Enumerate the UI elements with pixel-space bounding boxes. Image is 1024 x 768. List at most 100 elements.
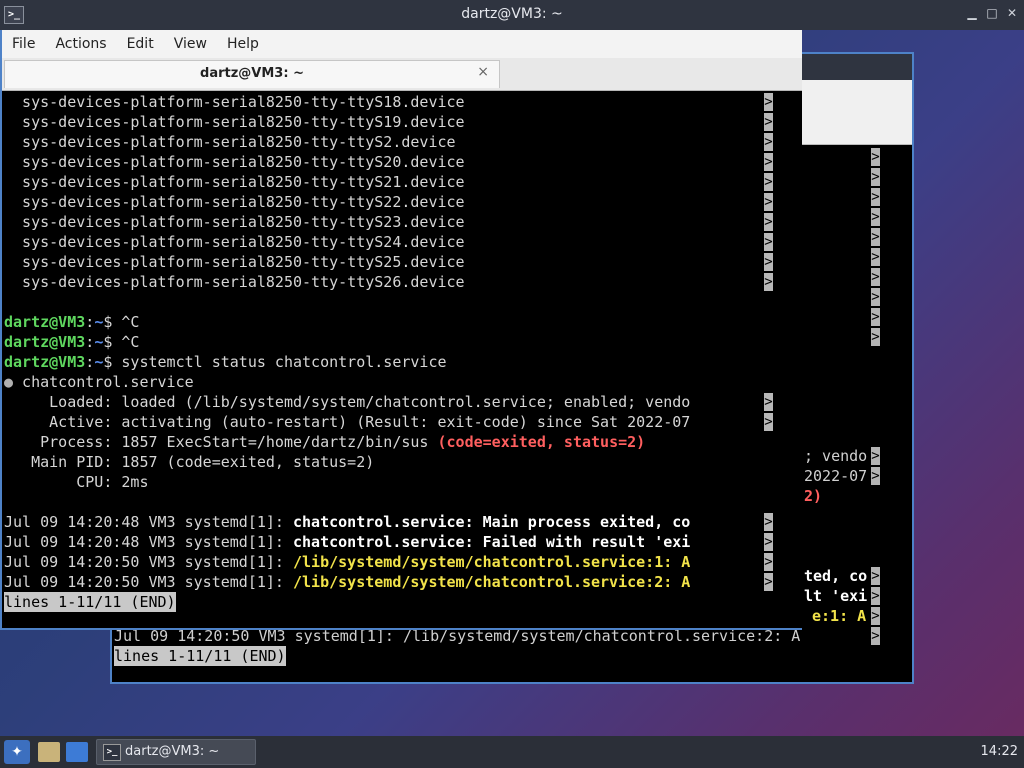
log-prefix: Jul 09 14:20:50 VM3 systemd[1]: bbox=[4, 553, 293, 571]
taskbar: ✦ >_ dartz@VM3: ~ 14:22 bbox=[0, 736, 1024, 768]
truncation-mark: > bbox=[764, 253, 773, 271]
terminal-line: sys-devices-platform-serial8250-tty-ttyS… bbox=[4, 133, 456, 151]
truncation-mark: > bbox=[871, 148, 880, 166]
prompt-dollar: $ bbox=[103, 353, 122, 371]
terminal-line: sys-devices-platform-serial8250-tty-ttyS… bbox=[4, 193, 465, 211]
truncation-mark: > bbox=[871, 447, 880, 465]
show-desktop-icon[interactable] bbox=[66, 742, 88, 762]
log-message: /lib/systemd/system/chatcontrol.service:… bbox=[292, 573, 691, 591]
pager-status: lines 1-11/11 (END) bbox=[4, 592, 176, 612]
truncation-mark: > bbox=[764, 573, 773, 591]
log-prefix: Jul 09 14:20:48 VM3 systemd[1]: bbox=[4, 513, 293, 531]
file-manager-icon[interactable] bbox=[38, 742, 60, 762]
cpu-line: CPU: 2ms bbox=[4, 473, 149, 491]
taskbar-terminal-button[interactable]: >_ dartz@VM3: ~ bbox=[96, 739, 256, 765]
truncation-mark: > bbox=[871, 328, 880, 346]
prompt-user: dartz@VM3 bbox=[4, 353, 86, 371]
taskbar-task-label: dartz@VM3: ~ bbox=[125, 744, 220, 759]
truncation-mark: > bbox=[764, 533, 773, 551]
menu-view[interactable]: View bbox=[164, 36, 217, 52]
truncation-mark: > bbox=[871, 627, 880, 645]
log-line: Jul 09 14:20:50 VM3 systemd[1]: /lib/sys… bbox=[4, 572, 690, 592]
command-text: ^C bbox=[121, 313, 140, 331]
process-exit-status: (code=exited, status=2) bbox=[437, 433, 646, 451]
truncation-mark: > bbox=[871, 587, 880, 605]
truncation-mark: > bbox=[871, 228, 880, 246]
bg-log-fragment: e:1: A bbox=[812, 607, 867, 625]
process-text: Process: 1857 ExecStart=/home/dartz/bin/… bbox=[4, 433, 438, 451]
truncation-mark: > bbox=[764, 153, 773, 171]
prompt-path: ~ bbox=[94, 313, 104, 331]
window-titlebar[interactable]: >_ dartz@VM3: ~ ▁ □ ✕ bbox=[0, 0, 1024, 30]
command-text: ^C bbox=[121, 333, 140, 351]
service-header-line: ● chatcontrol.service bbox=[4, 372, 194, 392]
terminal-icon: >_ bbox=[103, 744, 121, 761]
log-message: /lib/systemd/system/chatcontrol.service:… bbox=[292, 553, 691, 571]
bg-status-fragment: 2) bbox=[804, 487, 823, 505]
truncation-mark: > bbox=[764, 513, 773, 531]
terminal-line: sys-devices-platform-serial8250-tty-ttyS… bbox=[4, 113, 465, 131]
close-icon[interactable]: ✕ bbox=[1006, 7, 1018, 19]
service-name: chatcontrol.service bbox=[13, 373, 194, 391]
truncation-mark: > bbox=[764, 193, 773, 211]
log-prefix: Jul 09 14:20:50 VM3 systemd[1]: bbox=[4, 573, 293, 591]
terminal-window[interactable]: File Actions Edit View Help dartz@VM3: ~… bbox=[0, 30, 802, 630]
truncation-mark: > bbox=[871, 567, 880, 585]
truncation-mark: > bbox=[871, 248, 880, 266]
terminal-line: sys-devices-platform-serial8250-tty-ttyS… bbox=[4, 173, 465, 191]
truncation-mark: > bbox=[764, 273, 773, 291]
truncation-mark: > bbox=[764, 413, 773, 431]
status-dot-icon: ● bbox=[4, 373, 14, 391]
prompt-line: dartz@VM3:~$ systemctl status chatcontro… bbox=[4, 352, 447, 372]
bg-active-fragment: 2022-07 bbox=[804, 467, 868, 485]
maximize-icon[interactable]: □ bbox=[986, 7, 998, 19]
tab-label: dartz@VM3: ~ bbox=[200, 66, 304, 81]
window-title: dartz@VM3: ~ bbox=[461, 6, 563, 22]
tab-close-icon[interactable]: × bbox=[477, 64, 489, 80]
prompt-dollar: $ bbox=[103, 313, 122, 331]
terminal-line: sys-devices-platform-serial8250-tty-ttyS… bbox=[4, 213, 465, 231]
process-line: Process: 1857 ExecStart=/home/dartz/bin/… bbox=[4, 432, 645, 452]
terminal-line: sys-devices-platform-serial8250-tty-ttyS… bbox=[4, 253, 465, 271]
terminal-line: sys-devices-platform-serial8250-tty-ttyS… bbox=[4, 93, 465, 111]
minimize-icon[interactable]: ▁ bbox=[966, 7, 978, 19]
prompt-line: dartz@VM3:~$ ^C bbox=[4, 312, 139, 332]
truncation-mark: > bbox=[764, 213, 773, 231]
log-line: Jul 09 14:20:48 VM3 systemd[1]: chatcont… bbox=[4, 512, 690, 532]
tab-bar: dartz@VM3: ~ × bbox=[2, 58, 802, 91]
truncation-mark: > bbox=[871, 168, 880, 186]
bg-log-fragment: ted, co bbox=[804, 567, 868, 585]
bg-log-fragment: lt 'exi bbox=[804, 587, 868, 605]
truncation-mark: > bbox=[764, 553, 773, 571]
mainpid-line: Main PID: 1857 (code=exited, status=2) bbox=[4, 453, 375, 471]
terminal-output[interactable]: sys-devices-platform-serial8250-tty-ttyS… bbox=[2, 91, 802, 628]
log-line: Jul 09 14:20:48 VM3 systemd[1]: chatcont… bbox=[4, 532, 690, 552]
prompt-separator: : bbox=[85, 313, 95, 331]
truncation-mark: > bbox=[871, 467, 880, 485]
active-line: Active: activating (auto-restart) (Resul… bbox=[4, 413, 691, 431]
prompt-line: dartz@VM3:~$ ^C bbox=[4, 332, 139, 352]
app-menu-icon[interactable]: ✦ bbox=[4, 740, 30, 764]
log-message: chatcontrol.service: Failed with result … bbox=[292, 533, 691, 551]
log-message: chatcontrol.service: Main process exited… bbox=[292, 513, 691, 531]
truncation-mark: > bbox=[871, 288, 880, 306]
tab-terminal[interactable]: dartz@VM3: ~ × bbox=[4, 60, 500, 88]
prompt-separator: : bbox=[85, 353, 95, 371]
prompt-separator: : bbox=[85, 333, 95, 351]
prompt-path: ~ bbox=[94, 353, 104, 371]
truncation-mark: > bbox=[871, 308, 880, 326]
menubar: File Actions Edit View Help bbox=[2, 30, 802, 58]
truncation-mark: > bbox=[764, 233, 773, 251]
menu-actions[interactable]: Actions bbox=[45, 36, 116, 52]
menu-help[interactable]: Help bbox=[217, 36, 269, 52]
menu-file[interactable]: File bbox=[2, 36, 45, 52]
menu-edit[interactable]: Edit bbox=[117, 36, 164, 52]
log-line: Jul 09 14:20:50 VM3 systemd[1]: /lib/sys… bbox=[4, 552, 690, 572]
truncation-mark: > bbox=[871, 188, 880, 206]
prompt-path: ~ bbox=[94, 333, 104, 351]
terminal-line: sys-devices-platform-serial8250-tty-ttyS… bbox=[4, 153, 465, 171]
truncation-mark: > bbox=[764, 113, 773, 131]
bg-loaded-fragment: ; vendo bbox=[804, 447, 868, 465]
truncation-mark: > bbox=[764, 133, 773, 151]
clock[interactable]: 14:22 bbox=[981, 744, 1018, 759]
